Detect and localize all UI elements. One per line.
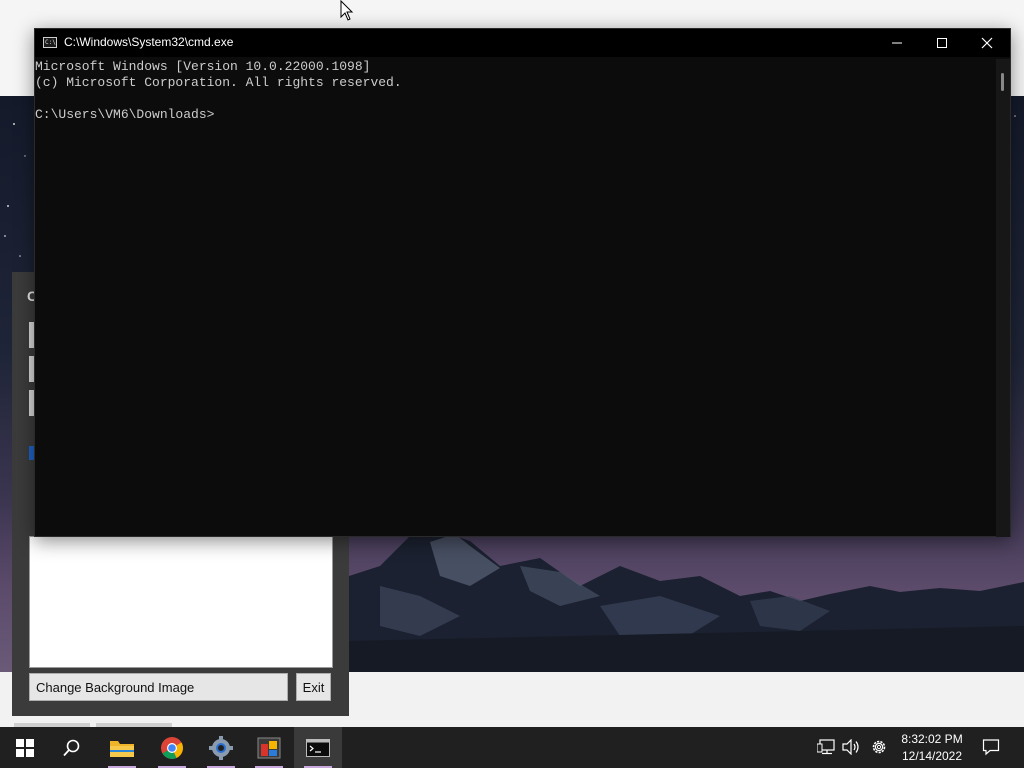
taskbar: 8:32:02 PM 12/14/2022 <box>0 727 1024 768</box>
settings-app-button[interactable] <box>197 727 245 768</box>
taskbar-clock[interactable]: 8:32:02 PM 12/14/2022 <box>896 731 968 765</box>
close-button[interactable] <box>964 29 1010 57</box>
volume-icon <box>842 739 859 755</box>
file-explorer-button[interactable] <box>98 727 146 768</box>
cmd-icon: C:\ <box>43 37 57 48</box>
mouse-cursor-icon <box>340 0 354 21</box>
maximize-icon <box>937 38 947 48</box>
settings-button[interactable] <box>869 737 889 757</box>
chrome-icon <box>161 736 183 759</box>
exit-button[interactable]: Exit <box>296 673 331 701</box>
console-line: (c) Microsoft Corporation. All rights re… <box>35 75 402 90</box>
chrome-button[interactable] <box>148 727 196 768</box>
start-button[interactable] <box>1 727 49 768</box>
maximize-button[interactable] <box>919 29 965 57</box>
search-button[interactable] <box>48 727 96 768</box>
cmd-window-title: C:\Windows\System32\cmd.exe <box>64 35 234 49</box>
close-icon <box>981 37 993 49</box>
terminal-button[interactable] <box>294 727 342 768</box>
cmd-console-output[interactable]: Microsoft Windows [Version 10.0.22000.10… <box>35 59 995 529</box>
settings-app-icon <box>209 735 233 760</box>
cmd-title-bar[interactable]: C:\ C:\Windows\System32\cmd.exe <box>35 29 1010 57</box>
network-button[interactable] <box>816 737 836 757</box>
start-icon <box>16 738 34 757</box>
clock-date: 12/14/2022 <box>901 749 963 763</box>
clock-time: 8:32:02 PM <box>901 732 963 746</box>
file-explorer-icon <box>110 740 134 757</box>
cmd-scrollbar[interactable] <box>996 59 1010 537</box>
change-background-image-button[interactable]: Change Background Image <box>29 673 288 701</box>
settings-icon <box>872 740 886 754</box>
volume-button[interactable] <box>841 737 861 757</box>
app-button[interactable] <box>245 727 293 768</box>
scrollbar-thumb[interactable] <box>1001 73 1004 91</box>
console-line: Microsoft Windows [Version 10.0.22000.10… <box>35 59 371 74</box>
terminal-icon <box>306 738 330 757</box>
app-icon <box>257 737 281 758</box>
app-list-box[interactable] <box>29 536 333 668</box>
cmd-window[interactable]: C:\ C:\Windows\System32\cmd.exe Microsof… <box>34 28 1011 537</box>
search-icon <box>63 739 80 756</box>
network-icon <box>817 739 835 755</box>
minimize-button[interactable] <box>874 29 920 57</box>
command-prompt[interactable]: C:\Users\VM6\Downloads> <box>35 107 995 123</box>
minimize-icon <box>892 42 902 44</box>
notification-button[interactable] <box>981 737 1001 757</box>
notification-icon <box>982 739 1000 756</box>
